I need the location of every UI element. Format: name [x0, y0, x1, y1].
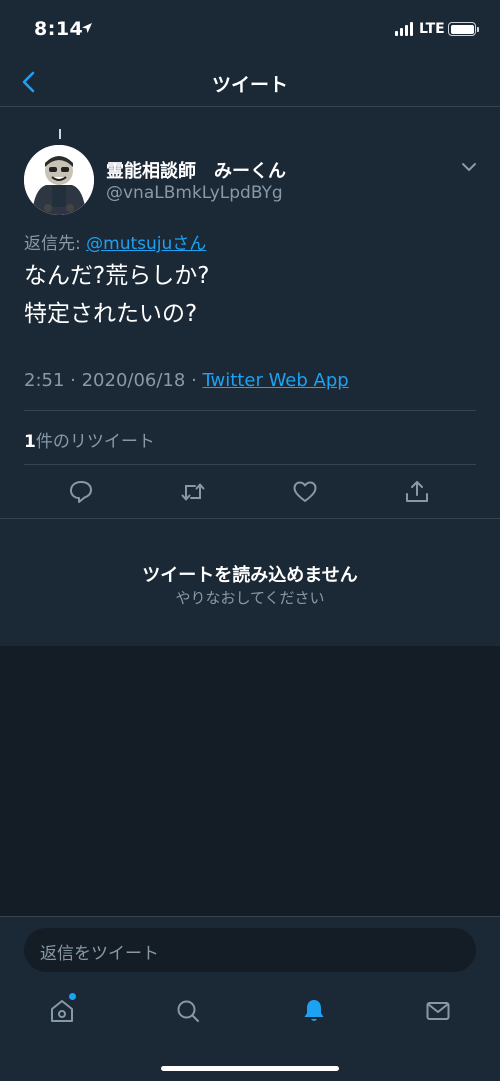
retweet-number: 1 — [24, 432, 36, 452]
status-time: 8:14 — [34, 18, 84, 40]
search-icon[interactable] — [174, 997, 202, 1025]
retweet-label: 件のリツイート — [35, 432, 155, 452]
bell-icon[interactable] — [300, 997, 328, 1025]
avatar-antenna — [59, 129, 61, 139]
divider — [24, 410, 476, 411]
mail-icon[interactable] — [424, 997, 452, 1025]
tweet-actions — [0, 475, 500, 515]
load-error: ツイートを読み込めません やりなおしてください — [0, 518, 500, 646]
tweet-text: なんだ?荒らしか? 特定されたいの? — [24, 257, 209, 333]
page-title: ツイート — [211, 74, 288, 96]
tweet-text-line: 特定されたいの? — [24, 301, 198, 327]
chevron-down-icon[interactable] — [460, 161, 478, 173]
top-area: 8:14 LTE ツイート — [0, 0, 500, 107]
meta-separator: · — [185, 370, 203, 391]
tweet-detail: 霊能相談師 みーくん @vnaLBmkLyLpdBYg 返信先: @mutsuj… — [0, 107, 500, 518]
reply-input[interactable]: 返信をツイート — [24, 928, 476, 972]
home-indicator — [161, 1066, 339, 1071]
retweet-icon[interactable] — [180, 479, 206, 505]
status-bar: 8:14 LTE — [0, 0, 500, 60]
location-arrow-icon — [82, 23, 92, 33]
error-title: ツイートを読み込めません — [142, 565, 358, 586]
tweet-text-line: なんだ?荒らしか? — [24, 263, 210, 289]
reply-to-link[interactable]: @mutsujuさん — [86, 234, 206, 254]
retweet-count[interactable]: 1件のリツイート — [24, 427, 155, 452]
home-icon[interactable] — [48, 997, 76, 1025]
meta-separator: · — [64, 370, 82, 391]
author-handle[interactable]: @vnaLBmkLyLpdBYg — [106, 183, 283, 203]
avatar[interactable] — [24, 145, 94, 215]
heart-icon[interactable] — [292, 479, 318, 505]
bottom-bar: 返信をツイート — [0, 916, 500, 1081]
reply-icon[interactable] — [68, 479, 94, 505]
notification-dot — [69, 993, 76, 1000]
battery-icon — [448, 22, 479, 36]
tweet-source-link[interactable]: Twitter Web App — [203, 370, 349, 391]
reply-to-line: 返信先: @mutsujuさん — [24, 229, 206, 254]
tweet-time: 2:51 — [24, 370, 65, 391]
network-type: LTE — [419, 21, 445, 37]
signal-icon — [395, 22, 413, 36]
tweet-meta: 2:51 · 2020/06/18 · Twitter Web App — [24, 370, 349, 391]
divider — [24, 464, 476, 465]
tweet-date: 2020/06/18 — [81, 370, 186, 391]
reply-prefix: 返信先: — [24, 234, 87, 254]
author-name[interactable]: 霊能相談師 みーくん — [106, 157, 286, 183]
nav-bar: ツイート — [0, 60, 500, 107]
reply-placeholder: 返信をツイート — [40, 944, 159, 964]
avatar-figure-icon — [24, 145, 94, 215]
error-subtitle[interactable]: やりなおしてください — [0, 587, 500, 608]
share-icon[interactable] — [404, 479, 430, 505]
